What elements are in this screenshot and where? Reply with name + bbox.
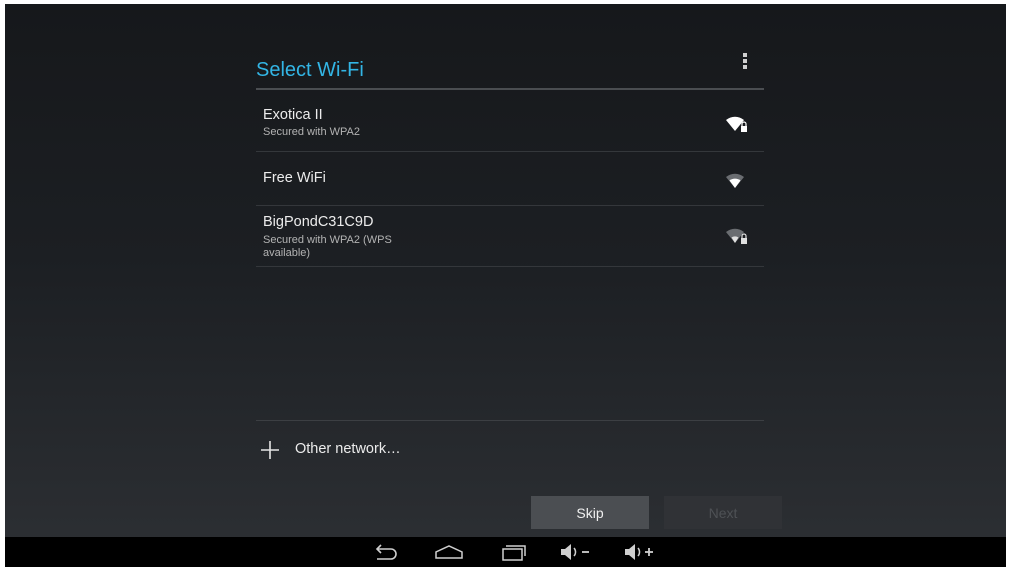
recent-apps-icon[interactable]: [497, 541, 529, 563]
network-item-exotica-ii[interactable]: Exotica II Secured with WPA2: [256, 90, 764, 152]
network-name: Free WiFi: [263, 170, 326, 186]
other-network-row[interactable]: Other network…: [256, 420, 764, 479]
dialog-title: Select Wi-Fi: [256, 59, 364, 81]
network-status: Secured with WPA2: [263, 126, 361, 138]
network-item-bigpondc31c9d[interactable]: BigPondC31C9D Secured with WPA2 (WPS ava…: [256, 206, 764, 267]
skip-button[interactable]: Skip: [531, 496, 649, 529]
wifi-signal-medium-icon: [726, 173, 744, 188]
network-list: Exotica II Secured with WPA2 Free WiFi B…: [256, 90, 764, 267]
plus-icon: [261, 441, 279, 459]
network-name: BigPondC31C9D: [263, 214, 374, 230]
network-item-free-wifi[interactable]: Free WiFi: [256, 152, 764, 206]
wifi-signal-weak-locked-icon: [726, 228, 747, 244]
volume-down-icon[interactable]: [557, 541, 597, 563]
other-network-label: Other network…: [295, 441, 401, 457]
next-button[interactable]: Next: [664, 496, 782, 529]
home-icon[interactable]: [433, 541, 465, 563]
dialog-header: Select Wi-Fi: [256, 48, 764, 90]
network-status: Secured with WPA2 (WPS available): [263, 234, 392, 259]
setup-screen: Select Wi-Fi Exotica II Secured with WPA…: [5, 4, 1006, 567]
wifi-dialog: Select Wi-Fi Exotica II Secured with WPA…: [256, 48, 764, 267]
system-navigation-bar: [5, 537, 1006, 567]
network-name: Exotica II: [263, 107, 323, 123]
back-icon[interactable]: [369, 541, 401, 563]
wifi-signal-strong-locked-icon: [726, 116, 747, 132]
overflow-menu-icon[interactable]: [738, 53, 752, 75]
volume-up-icon[interactable]: [621, 541, 661, 563]
